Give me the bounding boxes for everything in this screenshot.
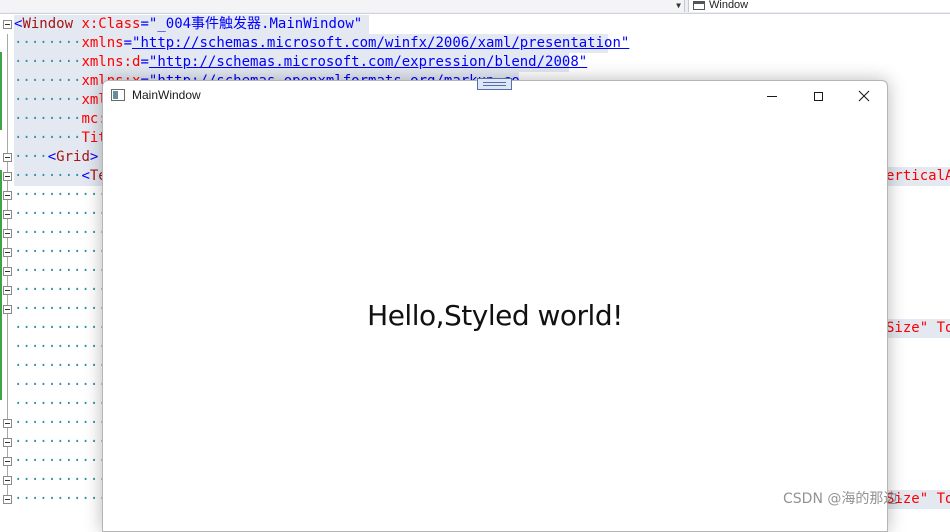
type-dropdown[interactable]: [0, 0, 685, 12]
styled-textblock: Hello,Styled world!: [367, 299, 623, 332]
code-line: ············: [14, 434, 102, 450]
code-line: <Window x:Class="_004事件触发器.MainWindow": [14, 15, 369, 34]
code-line: ········<Te: [14, 167, 102, 186]
collapse-icon[interactable]: [3, 267, 12, 276]
collapse-icon[interactable]: [3, 438, 12, 447]
designer-drag-handle[interactable]: [477, 78, 512, 90]
code-line: ············: [14, 396, 102, 412]
code-line: ············: [14, 339, 102, 355]
code-line: ············: [14, 358, 102, 374]
code-line: ····<Grid>: [14, 148, 102, 167]
code-fragment: erticalA: [886, 167, 950, 186]
code-line: ············: [14, 320, 102, 336]
code-fragment: Size" To: [886, 319, 950, 338]
code-line: ············: [14, 282, 102, 298]
close-icon: [858, 90, 870, 102]
minimize-button[interactable]: [749, 81, 795, 111]
collapse-icon[interactable]: [3, 495, 12, 504]
code-line: ············: [14, 415, 102, 431]
collapse-icon[interactable]: [3, 457, 12, 466]
code-line: ············: [14, 225, 102, 241]
code-line: ········Tit: [14, 129, 102, 148]
collapse-icon[interactable]: [3, 153, 12, 162]
code-line: ············: [14, 187, 102, 203]
code-line: ········xmlns="http://schemas.microsoft.…: [14, 34, 630, 53]
code-line: ········xmlns:d="http://schemas.microsof…: [14, 53, 588, 72]
code-line: ············: [14, 263, 102, 279]
code-line: ············: [14, 491, 102, 507]
collapse-icon[interactable]: [3, 191, 12, 200]
chevron-down-icon[interactable]: ▼: [673, 0, 684, 12]
code-line: ············: [14, 472, 102, 488]
change-marker: [0, 170, 2, 400]
member-dropdown[interactable]: Window: [688, 0, 950, 12]
window-title: MainWindow: [132, 88, 201, 102]
maximize-icon: [813, 91, 823, 101]
collapse-icon[interactable]: [3, 286, 12, 295]
app-window-icon: [111, 89, 125, 101]
code-line: ············: [14, 377, 102, 393]
collapse-icon[interactable]: [3, 419, 12, 428]
member-dropdown-label: Window: [709, 0, 749, 11]
change-marker: [0, 52, 2, 130]
window-titlebar[interactable]: MainWindow: [103, 78, 887, 111]
collapse-icon[interactable]: [3, 20, 12, 29]
collapse-icon[interactable]: [3, 210, 12, 219]
collapse-icon[interactable]: [3, 248, 12, 257]
collapse-icon[interactable]: [3, 305, 12, 314]
window-type-icon: [693, 1, 705, 10]
code-line: ············: [14, 453, 102, 469]
collapse-icon[interactable]: [3, 476, 12, 485]
maximize-button[interactable]: [795, 81, 841, 111]
editor-toolbar: ▼ Window: [0, 0, 950, 14]
minimize-icon: [767, 95, 777, 97]
csdn-watermark: CSDN @海的那边-: [783, 491, 903, 507]
code-line: ············: [14, 244, 102, 260]
code-line: ········mc:: [14, 110, 102, 129]
code-line: ············: [14, 301, 102, 317]
close-button[interactable]: [841, 81, 887, 111]
collapse-icon[interactable]: [3, 172, 12, 181]
code-line: ········xml: [14, 91, 102, 110]
window-client-area: Hello,Styled world!: [103, 111, 887, 531]
code-line: ············: [14, 206, 102, 222]
collapse-icon[interactable]: [3, 229, 12, 238]
main-window: MainWindow Hello,Styled world!: [102, 78, 888, 532]
